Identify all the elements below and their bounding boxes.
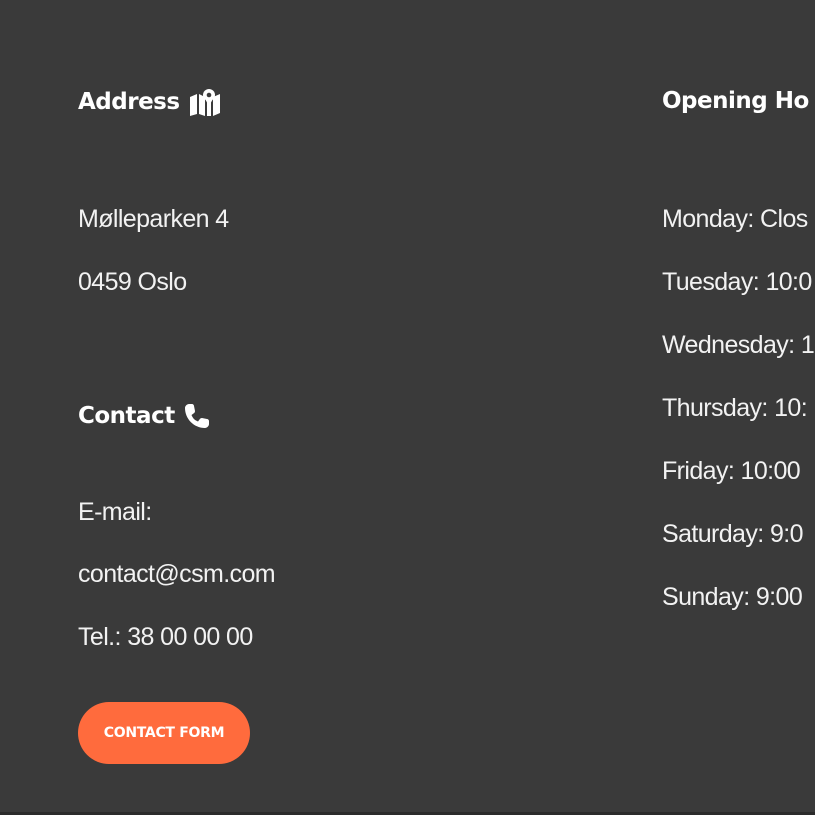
address-street: Mølleparken 4 [78,205,229,233]
hours-tuesday: Tuesday: 10:0 [662,268,812,296]
email-link[interactable]: contact@csm.com [78,560,276,589]
address-city: 0459 Oslo [78,268,187,296]
hours-saturday: Saturday: 9:0 [662,520,804,548]
map-icon [188,88,222,116]
opening-hours-heading-label: Opening Ho [662,88,809,114]
hours-wednesday: Wednesday: 1 [662,331,815,359]
address-heading: Address [78,88,222,116]
address-heading-label: Address [78,89,180,115]
hours-friday: Friday: 10:00 [662,457,801,485]
phone-icon [183,402,211,430]
opening-hours-heading: Opening Ho [662,88,809,114]
hours-sunday: Sunday: 9:00 [662,583,803,611]
contact-heading-label: Contact [78,403,175,429]
contact-form-button[interactable]: CONTACT FORM [78,702,250,764]
hours-thursday: Thursday: 10: [662,394,808,422]
contact-heading: Contact [78,402,211,430]
hours-monday: Monday: Clos [662,205,808,233]
phone-number[interactable]: Tel.: 38 00 00 00 [78,623,253,652]
email-label: E-mail: [78,498,152,526]
